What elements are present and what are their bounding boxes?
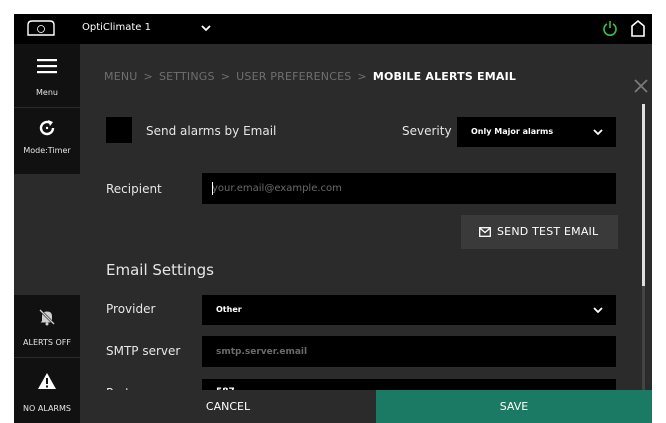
send-by-email-checkbox[interactable]	[106, 117, 132, 143]
severity-label: Severity	[402, 124, 452, 138]
email-settings-heading: Email Settings	[106, 261, 214, 279]
no-alarms-button[interactable]: NO ALARMS	[14, 358, 80, 423]
scrollbar-track[interactable]	[642, 286, 645, 390]
chevron-down-icon	[593, 307, 603, 314]
breadcrumb-separator: >	[220, 70, 231, 83]
provider-value: Other	[216, 305, 242, 314]
hamburger-icon	[37, 59, 57, 74]
send-by-email-label: Send alarms by Email	[146, 124, 277, 138]
close-icon[interactable]	[634, 79, 648, 93]
device-name[interactable]: OptiClimate 1	[82, 22, 151, 33]
refresh-icon	[39, 120, 55, 136]
breadcrumb-current: MOBILE ALERTS EMAIL	[372, 70, 517, 83]
alerts-off-label: ALERTS OFF	[23, 338, 71, 347]
no-alarms-label: NO ALARMS	[23, 404, 71, 413]
text-caret	[212, 182, 213, 195]
home-icon[interactable]	[630, 19, 646, 37]
menu-label: Menu	[36, 88, 58, 97]
breadcrumb-separator: >	[357, 70, 367, 83]
scrollbar-thumb[interactable]	[642, 104, 645, 286]
cancel-button[interactable]: CANCEL	[80, 390, 376, 423]
smtp-server-input[interactable]	[202, 336, 616, 367]
severity-select[interactable]: Only Major alarms	[457, 117, 616, 147]
warning-icon	[38, 373, 56, 389]
provider-select[interactable]: Other	[202, 295, 616, 325]
alerts-off-button[interactable]: ALERTS OFF	[14, 295, 80, 358]
sidebar: Menu Mode:Timer ALERTS OFF NO ALARMS	[14, 44, 80, 423]
send-test-email-label: SEND TEST EMAIL	[497, 225, 599, 238]
bell-off-icon	[39, 309, 55, 326]
breadcrumb-item-settings[interactable]: SETTINGS	[159, 70, 215, 83]
app-window: OptiClimate 1 Menu Mode:Timer ALERTS OFF…	[14, 14, 652, 423]
top-bar: OptiClimate 1	[14, 14, 652, 44]
cancel-label: CANCEL	[205, 400, 251, 413]
power-icon[interactable]	[602, 20, 618, 36]
breadcrumb-separator: >	[143, 70, 153, 83]
chevron-down-icon	[593, 129, 603, 136]
save-label: SAVE	[499, 400, 529, 413]
mode-label: Mode:Timer	[23, 146, 71, 155]
recipient-label: Recipient	[106, 182, 162, 196]
provider-label: Provider	[106, 302, 156, 316]
breadcrumb-item-menu[interactable]: MENU	[104, 70, 138, 83]
mode-timer-button[interactable]: Mode:Timer	[14, 108, 80, 175]
breadcrumb: MENU > SETTINGS > USER PREFERENCES > MOBILE AL…	[104, 70, 516, 83]
smtp-server-label: SMTP server	[106, 344, 181, 358]
send-test-email-button[interactable]: SEND TEST EMAIL	[461, 215, 618, 249]
severity-value: Only Major alarms	[471, 127, 554, 136]
save-button[interactable]: SAVE	[376, 390, 652, 423]
breadcrumb-item-user-preferences[interactable]: USER PREFERENCES	[236, 70, 351, 83]
main-panel: MENU > SETTINGS > USER PREFERENCES > MOBILE AL…	[80, 44, 652, 407]
recipient-input[interactable]	[202, 173, 616, 204]
device-icon[interactable]	[26, 19, 56, 37]
menu-button[interactable]: Menu	[14, 44, 80, 108]
mail-icon	[479, 227, 491, 237]
chevron-down-icon[interactable]	[200, 22, 212, 34]
